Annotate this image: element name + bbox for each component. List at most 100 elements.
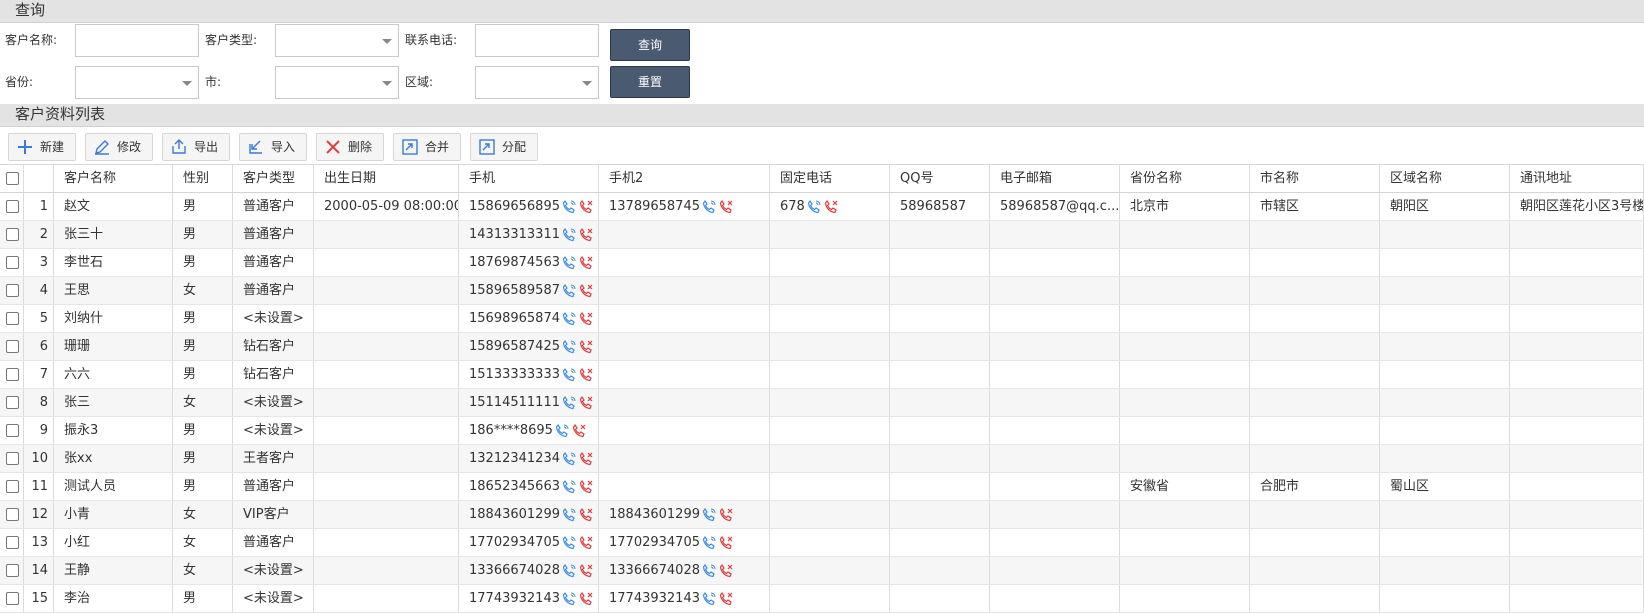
phone-hangup-icon[interactable] xyxy=(718,199,734,215)
phone-call-icon[interactable] xyxy=(561,591,577,607)
edit-button[interactable]: 修改 xyxy=(85,133,153,161)
row-checkbox[interactable] xyxy=(6,396,19,409)
row-checkbox-cell xyxy=(0,333,24,360)
table-row[interactable]: 1 赵文男普通客户 2000-05-09 08:00:00 15869656895 13… xyxy=(0,193,1644,221)
table-row[interactable]: 6 珊珊男钻石客户 15896587425 xyxy=(0,333,1644,361)
export-button[interactable]: 导出 xyxy=(162,133,230,161)
row-checkbox[interactable] xyxy=(6,368,19,381)
row-checkbox[interactable] xyxy=(6,424,19,437)
table-row[interactable]: 11 测试人员男普通客户 18652345663 安徽省 合肥市 蜀山区 xyxy=(0,473,1644,501)
phone-call-icon[interactable] xyxy=(701,591,717,607)
phone-call-icon[interactable] xyxy=(554,423,570,439)
import-button[interactable]: 导入 xyxy=(239,133,307,161)
assign-button[interactable]: 分配 xyxy=(470,133,538,161)
row-number: 3 xyxy=(24,249,54,276)
row-checkbox[interactable] xyxy=(6,200,19,213)
customer-list-panel: 客户资料列表 新建 修改 导出 导入 删除 合并 分配 客户名称 性别 客户类型… xyxy=(0,104,1644,613)
phone-hangup-icon[interactable] xyxy=(578,591,594,607)
table-row[interactable]: 5 刘纳什男 <未设置> 15698965874 xyxy=(0,305,1644,333)
table-row[interactable]: 4 王思女普通客户 15896589587 xyxy=(0,277,1644,305)
phone-hangup-icon[interactable] xyxy=(578,507,594,523)
cell-mobile2: 13366674028 xyxy=(599,557,770,584)
cell-mobile: 13366674028 xyxy=(459,557,599,584)
phone-hangup-icon[interactable] xyxy=(718,507,734,523)
phone-call-icon[interactable] xyxy=(701,507,717,523)
phone-call-icon[interactable] xyxy=(561,367,577,383)
phone-hangup-icon[interactable] xyxy=(578,367,594,383)
customer-name-input[interactable] xyxy=(75,24,199,57)
row-checkbox[interactable] xyxy=(6,340,19,353)
phone-call-icon[interactable] xyxy=(561,395,577,411)
phone-hangup-icon[interactable] xyxy=(578,451,594,467)
phone-call-icon[interactable] xyxy=(701,535,717,551)
phone-hangup-icon[interactable] xyxy=(718,535,734,551)
delete-button[interactable]: 删除 xyxy=(316,133,384,161)
cell-mobile2 xyxy=(599,389,770,416)
phone-call-icon[interactable] xyxy=(561,283,577,299)
row-checkbox[interactable] xyxy=(6,312,19,325)
reset-button[interactable]: 重置 xyxy=(610,66,690,98)
table-row[interactable]: 9 振永3 男 <未设置> 186****8695 xyxy=(0,417,1644,445)
district-select[interactable] xyxy=(475,66,599,99)
row-checkbox[interactable] xyxy=(6,508,19,521)
table-row[interactable]: 13 小红女普通客户 17702934705 17702934705 xyxy=(0,529,1644,557)
table-row[interactable]: 7 六六男钻石客户 15133333333 xyxy=(0,361,1644,389)
row-checkbox[interactable] xyxy=(6,452,19,465)
phone-hangup-icon[interactable] xyxy=(578,339,594,355)
select-all-checkbox[interactable] xyxy=(6,172,19,185)
phone-call-icon[interactable] xyxy=(561,479,577,495)
cell-city xyxy=(1250,389,1380,416)
row-checkbox[interactable] xyxy=(6,256,19,269)
phone-hangup-icon[interactable] xyxy=(578,199,594,215)
phone-hangup-icon[interactable] xyxy=(718,563,734,579)
city-select[interactable] xyxy=(275,66,399,99)
export-icon xyxy=(172,139,186,154)
phone-hangup-icon[interactable] xyxy=(578,311,594,327)
table-row[interactable]: 10 张xx 男王者客户 13212341234 xyxy=(0,445,1644,473)
plus-icon xyxy=(18,140,32,154)
search-button[interactable]: 查询 xyxy=(610,29,690,61)
phone-hangup-icon[interactable] xyxy=(578,563,594,579)
phone-call-icon[interactable] xyxy=(701,563,717,579)
table-row[interactable]: 12 小青女 VIP客户 18843601299 18843601299 xyxy=(0,501,1644,529)
row-checkbox[interactable] xyxy=(6,480,19,493)
phone-call-icon[interactable] xyxy=(561,451,577,467)
phone-hangup-icon[interactable] xyxy=(578,535,594,551)
province-select[interactable] xyxy=(75,66,199,99)
row-checkbox[interactable] xyxy=(6,592,19,605)
phone-call-icon[interactable] xyxy=(561,507,577,523)
phone-call-icon[interactable] xyxy=(561,255,577,271)
phone-input[interactable] xyxy=(475,24,599,57)
new-button[interactable]: 新建 xyxy=(8,133,76,161)
phone-call-icon[interactable] xyxy=(561,339,577,355)
phone-call-icon[interactable] xyxy=(561,535,577,551)
table-row[interactable]: 8 张三女 <未设置> 15114511111 xyxy=(0,389,1644,417)
phone-hangup-icon[interactable] xyxy=(718,591,734,607)
table-row[interactable]: 3 李世石男普通客户 18769874563 xyxy=(0,249,1644,277)
phone-call-icon[interactable] xyxy=(561,563,577,579)
phone-hangup-icon[interactable] xyxy=(571,423,587,439)
phone-call-icon[interactable] xyxy=(561,199,577,215)
phone-call-icon[interactable] xyxy=(701,199,717,215)
phone-hangup-icon[interactable] xyxy=(578,283,594,299)
phone-hangup-icon[interactable] xyxy=(578,479,594,495)
phone-hangup-icon[interactable] xyxy=(578,395,594,411)
row-checkbox[interactable] xyxy=(6,284,19,297)
cell-customer-name: 测试人员 xyxy=(54,473,173,500)
row-checkbox[interactable] xyxy=(6,228,19,241)
phone-call-icon[interactable] xyxy=(561,227,577,243)
phone-call-icon[interactable] xyxy=(806,199,822,215)
phone-hangup-icon[interactable] xyxy=(578,227,594,243)
table-row[interactable]: 14 王静女 <未设置> 13366674028 13366674028 xyxy=(0,557,1644,585)
phone-hangup-icon[interactable] xyxy=(578,255,594,271)
phone-hangup-icon[interactable] xyxy=(823,199,839,215)
table-row[interactable]: 15 李治男 <未设置> 17743932143 17743932143 xyxy=(0,585,1644,613)
phone-call-icon[interactable] xyxy=(561,311,577,327)
row-checkbox[interactable] xyxy=(6,564,19,577)
cell-mobile: 15698965874 xyxy=(459,305,599,332)
cell-customer-name: 王思 xyxy=(54,277,173,304)
row-checkbox[interactable] xyxy=(6,536,19,549)
table-row[interactable]: 2 张三十男普通客户 14313313311 xyxy=(0,221,1644,249)
merge-button[interactable]: 合并 xyxy=(393,133,461,161)
customer-type-select[interactable] xyxy=(275,24,399,57)
